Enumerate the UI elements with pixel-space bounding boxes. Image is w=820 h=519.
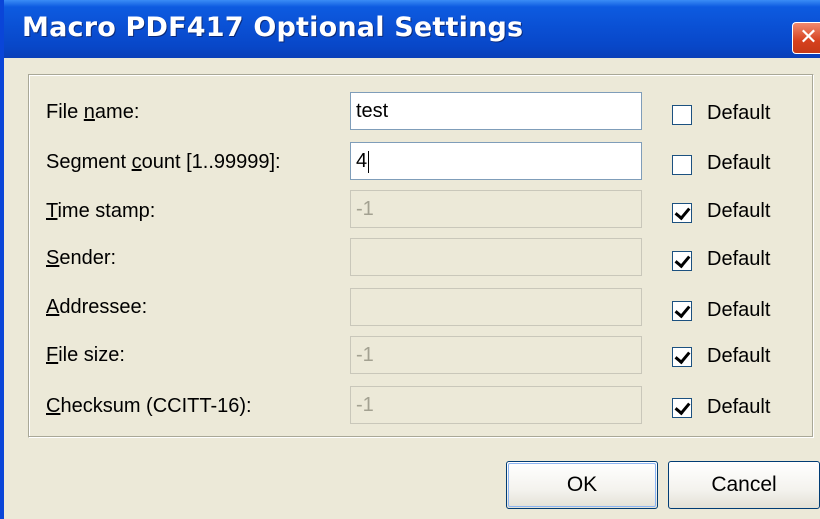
addressee-default-label: Default bbox=[707, 299, 771, 321]
segment-count-input[interactable]: 4 bbox=[350, 142, 642, 180]
ok-button[interactable]: OK bbox=[506, 461, 658, 509]
checksum-default-label: Default bbox=[707, 396, 771, 418]
file-size-default-label: Default bbox=[707, 345, 771, 367]
addressee-input bbox=[350, 288, 642, 326]
segment-count-label: Segment count [1..99999]: bbox=[46, 151, 281, 173]
file-name-label: File name: bbox=[46, 101, 140, 123]
sender-default-checkbox[interactable] bbox=[672, 251, 692, 271]
dialog-title: Macro PDF417 Optional Settings bbox=[22, 12, 524, 43]
time-stamp-default-label: Default bbox=[707, 200, 771, 222]
sender-input bbox=[350, 238, 642, 276]
dialog-window: Macro PDF417 Optional Settings ✕ File na… bbox=[0, 0, 820, 519]
file-name-input[interactable]: test bbox=[350, 92, 642, 130]
time-stamp-label: Time stamp: bbox=[46, 200, 156, 222]
segment-count-default-label: Default bbox=[707, 152, 771, 174]
file-size-input: -1 bbox=[350, 336, 642, 374]
file-size-default-checkbox[interactable] bbox=[672, 347, 692, 367]
title-bar[interactable]: Macro PDF417 Optional Settings ✕ bbox=[4, 0, 820, 58]
sender-label: Sender: bbox=[46, 247, 117, 269]
time-stamp-default-checkbox[interactable] bbox=[672, 203, 692, 223]
checksum-label: Checksum (CCITT-16): bbox=[46, 395, 252, 417]
file-name-default-label: Default bbox=[707, 102, 771, 124]
ok-button-label: OK bbox=[566, 473, 598, 496]
cancel-button[interactable]: Cancel bbox=[668, 461, 820, 509]
file-name-default-checkbox[interactable] bbox=[672, 105, 692, 125]
addressee-label: Addressee: bbox=[46, 296, 148, 318]
time-stamp-input: -1 bbox=[350, 190, 642, 228]
checksum-input: -1 bbox=[350, 386, 642, 424]
file-size-label: File size: bbox=[46, 344, 125, 366]
sender-default-label: Default bbox=[707, 248, 771, 270]
checksum-default-checkbox[interactable] bbox=[672, 398, 692, 418]
addressee-default-checkbox[interactable] bbox=[672, 301, 692, 321]
segment-count-default-checkbox[interactable] bbox=[672, 155, 692, 175]
close-icon[interactable]: ✕ bbox=[792, 22, 820, 54]
